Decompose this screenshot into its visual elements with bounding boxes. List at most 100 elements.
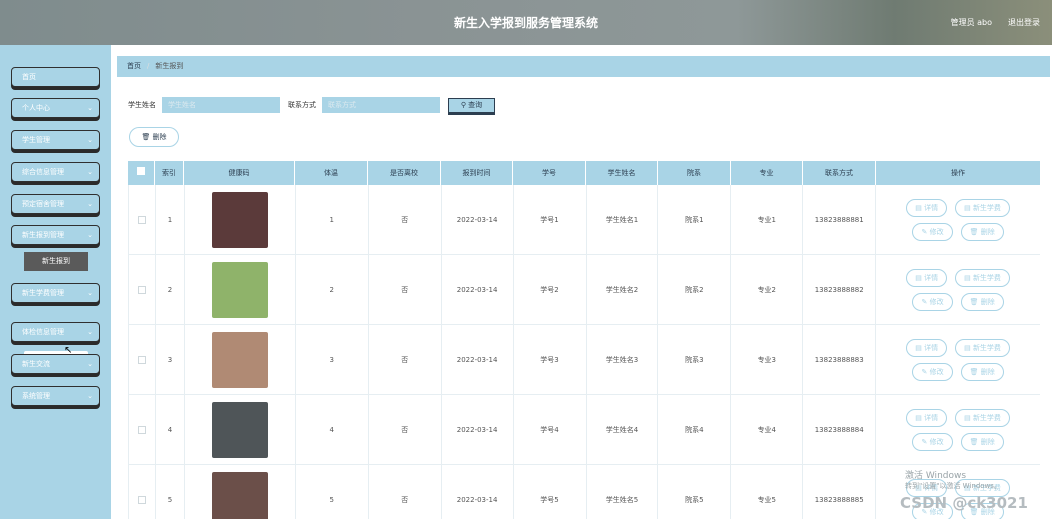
cell-temperature: 3 [296, 325, 369, 394]
sidebar-item-system[interactable]: 系统管理 ⌄ [11, 386, 100, 406]
cell-major: 专业5 [731, 465, 804, 519]
chevron-down-icon: ⌄ [87, 360, 93, 368]
checkbox[interactable] [137, 355, 146, 364]
cell-department: 院系2 [658, 255, 732, 324]
submenu-item-checkin[interactable]: 新生报到 [24, 252, 88, 271]
cell-left-school: 否 [369, 465, 442, 519]
cell-date: 2022-03-14 [442, 395, 514, 464]
header-student-id: 学号 [513, 161, 586, 185]
sidebar-item-home[interactable]: 首页 [11, 67, 100, 87]
table-row: 3 3 否 2022-03-14 学号3 学生姓名3 院系3 专业3 13823888883 ▤ … [128, 325, 1040, 395]
header-index: 索引 [155, 161, 184, 185]
checkbox[interactable] [137, 167, 145, 175]
sidebar-item-health[interactable]: 体检信息管理 ⌄ [11, 322, 100, 342]
cell-index: 4 [156, 395, 185, 464]
row-select[interactable] [129, 255, 156, 324]
tuition-button[interactable]: ▤ 新生学费 [955, 198, 1010, 217]
cell-student-id: 学号2 [514, 255, 587, 324]
cell-temperature: 4 [296, 395, 369, 464]
row-select[interactable] [129, 465, 156, 519]
sidebar: 首页 个人中心 ⌄ 学生管理 ⌄ 综合信息管理 ⌄ 预定宿舍管理 ⌄ 新生报到管理 ⌄ 新… [0, 45, 111, 519]
detail-button[interactable]: ▤ 详情 [906, 408, 948, 427]
edit-icon: ✎ [921, 227, 930, 236]
cell-index: 2 [156, 255, 185, 324]
delete-button[interactable]: 🗑 删除 [960, 432, 1004, 451]
checkbox[interactable] [137, 215, 146, 224]
cell-left-school: 否 [369, 395, 442, 464]
trash-icon: 🗑 [969, 297, 981, 306]
sidebar-item-checkin[interactable]: 新生报到管理 ⌄ [11, 225, 100, 245]
cell-health-code [185, 325, 296, 394]
breadcrumb-home[interactable]: 首页 [127, 62, 141, 70]
student-name-input[interactable]: 学生姓名 [162, 97, 280, 113]
tuition-button[interactable]: ▤ 新生学费 [955, 268, 1010, 287]
cell-student-id: 学号1 [514, 185, 587, 254]
sidebar-item-profile[interactable]: 个人中心 ⌄ [11, 98, 100, 118]
sidebar-item-students[interactable]: 学生管理 ⌄ [11, 130, 100, 150]
sidebar-item-forum[interactable]: 新生交流 ⌄ [11, 354, 100, 374]
cell-left-school: 否 [369, 255, 442, 324]
header-temperature: 体温 [295, 161, 368, 185]
cell-actions: ▤ 详情 ▤ 新生学费 ✎ 修改 🗑 删除 [876, 185, 1040, 254]
checkbox[interactable] [137, 285, 146, 294]
table-header: 索引 健康码 体温 是否离校 报到时间 学号 学生姓名 院系 专业 联系方式 操… [128, 161, 1040, 185]
health-code-photo [211, 401, 268, 458]
header-department: 院系 [658, 161, 731, 185]
cell-health-code [185, 255, 296, 324]
cell-student-name: 学生姓名4 [587, 395, 659, 464]
edit-button[interactable]: ✎ 修改 [912, 222, 953, 241]
tuition-button[interactable]: ▤ 新生学费 [955, 338, 1010, 357]
document-icon: ▤ [964, 273, 973, 282]
sidebar-item-dorm[interactable]: 预定宿舍管理 ⌄ [11, 194, 100, 214]
detail-button[interactable]: ▤ 详情 [906, 338, 948, 357]
sidebar-item-info[interactable]: 综合信息管理 ⌄ [11, 162, 100, 182]
cell-major: 专业1 [731, 185, 804, 254]
header-actions: 操作 [951, 169, 965, 177]
tuition-button[interactable]: ▤ 新生学费 [955, 408, 1010, 427]
chevron-down-icon: ⌄ [87, 168, 93, 176]
header-select-all[interactable] [128, 161, 155, 185]
edit-button[interactable]: ✎ 修改 [912, 292, 953, 311]
edit-icon: ✎ [921, 297, 930, 306]
edit-button[interactable]: ✎ 修改 [912, 362, 953, 381]
cell-department: 院系4 [658, 395, 732, 464]
csdn-watermark: CSDN @ck3021 [900, 494, 1028, 512]
cell-student-id: 学号3 [514, 325, 587, 394]
delete-button[interactable]: 🗑 删除 [960, 222, 1004, 241]
row-select[interactable] [129, 185, 156, 254]
cell-department: 院系1 [658, 185, 732, 254]
checkbox[interactable] [137, 425, 146, 434]
row-select[interactable] [129, 395, 156, 464]
delete-button[interactable]: 🗑 删除 [960, 292, 1004, 311]
checkbox[interactable] [137, 495, 146, 504]
detail-button[interactable]: ▤ 详情 [906, 268, 948, 287]
app-title: 新生入学报到服务管理系统 [453, 16, 598, 30]
table-row: 1 1 否 2022-03-14 学号1 学生姓名1 院系1 专业1 13823888881 ▤ … [128, 185, 1040, 255]
cell-left-school: 否 [369, 185, 442, 254]
detail-button[interactable]: ▤ 详情 [906, 198, 948, 217]
cell-date: 2022-03-14 [442, 185, 514, 254]
logout-link[interactable]: 退出登录 [1008, 17, 1040, 28]
trash-icon: 🗑 [141, 133, 153, 141]
batch-delete-button[interactable]: 🗑 删除 [129, 127, 179, 147]
chevron-down-icon: ⌄ [87, 200, 93, 208]
cell-date: 2022-03-14 [442, 325, 514, 394]
delete-button[interactable]: 🗑 删除 [960, 362, 1004, 381]
sidebar-item-tuition[interactable]: 新生学费管理 ⌄ [11, 283, 100, 303]
edit-button[interactable]: ✎ 修改 [912, 432, 953, 451]
cell-student-id: 学号4 [514, 395, 587, 464]
cell-phone: 13823888881 [803, 185, 877, 254]
header-major: 专业 [731, 161, 803, 185]
breadcrumb-separator: / [147, 62, 150, 70]
windows-activate-text: 激活 Windows [905, 471, 967, 481]
contact-input[interactable]: 联系方式 [322, 97, 440, 113]
row-select[interactable] [129, 325, 156, 394]
document-icon: ▤ [915, 343, 925, 352]
breadcrumb-current: 新生报到 [155, 62, 184, 70]
top-bar: 新生入学报到服务管理系统 管理员 abo 退出登录 [0, 0, 1052, 45]
chevron-down-icon: ⌄ [87, 328, 93, 336]
cell-student-name: 学生姓名3 [587, 325, 659, 394]
search-button[interactable]: ⚲ 查询 [448, 97, 495, 113]
cell-index: 5 [156, 465, 185, 519]
document-icon: ▤ [915, 413, 925, 422]
